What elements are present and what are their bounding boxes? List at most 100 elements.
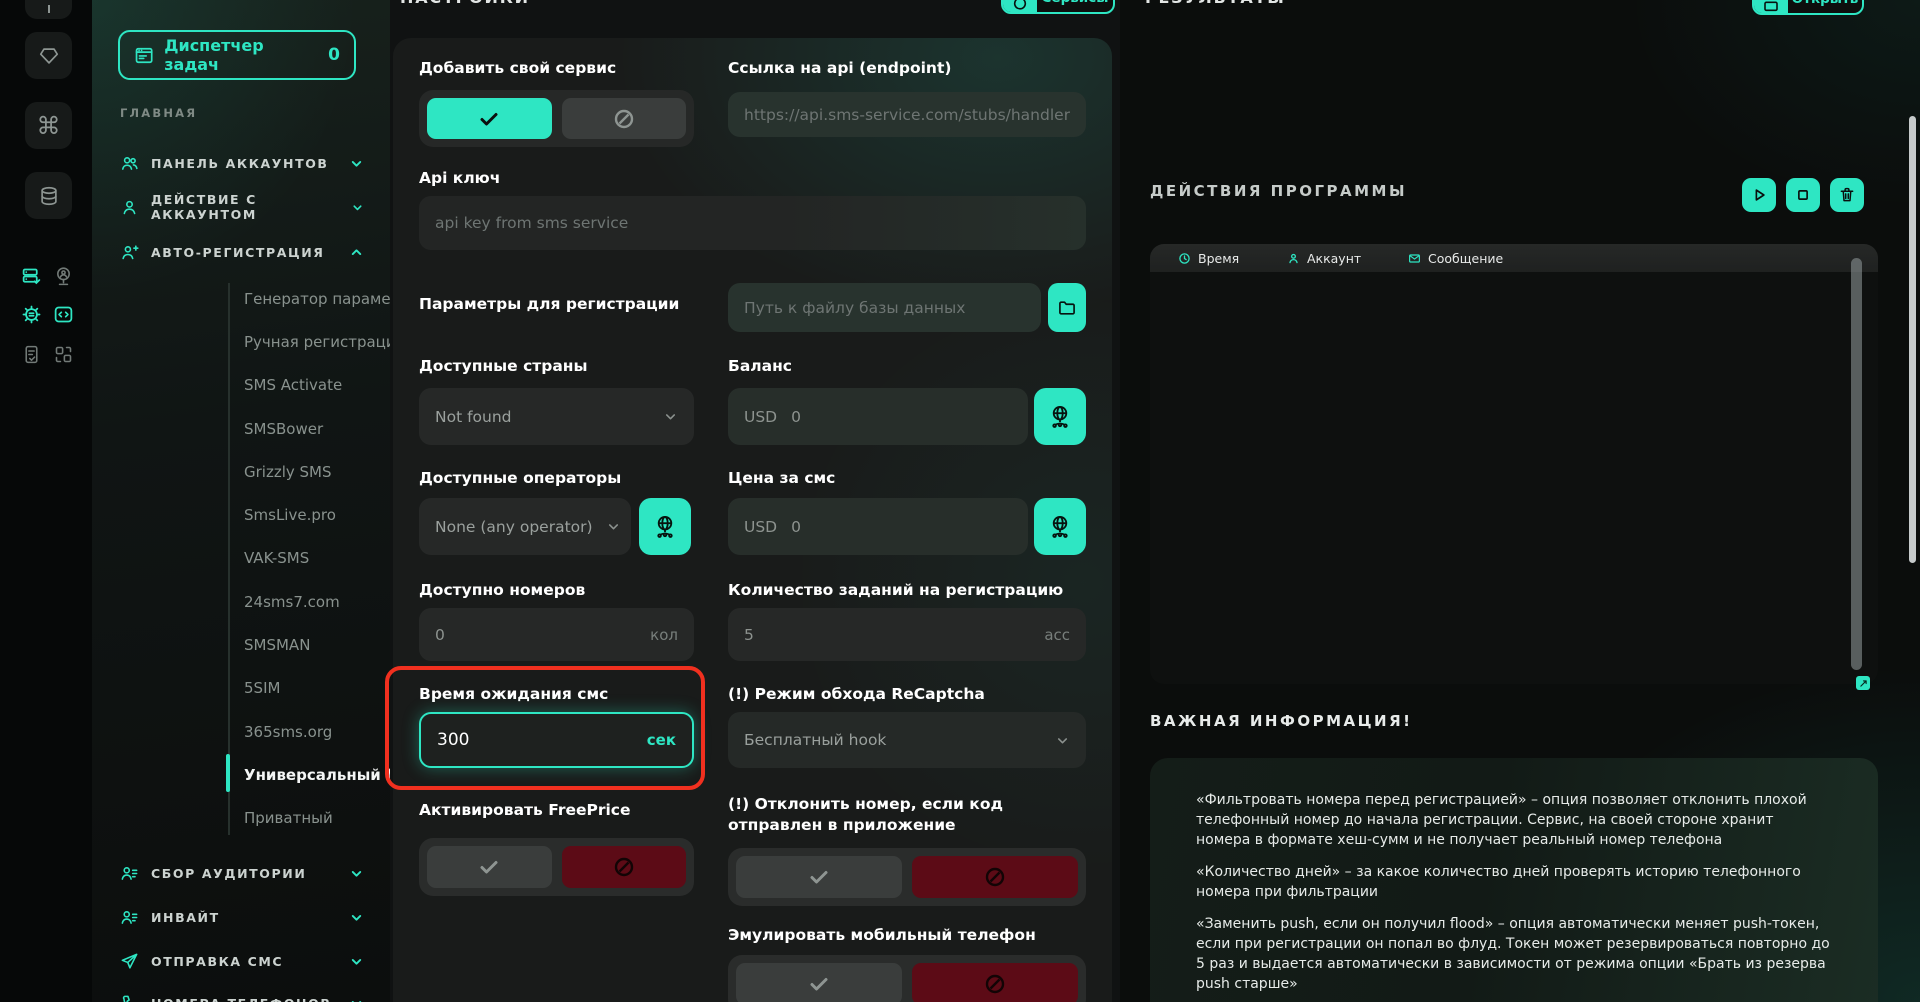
chevron-down-icon: [349, 866, 364, 881]
sms-wait-input[interactable]: [437, 730, 647, 750]
toggle-no-button[interactable]: [562, 846, 687, 888]
toggle-yes-button[interactable]: [736, 963, 902, 1002]
toggle-yes-button[interactable]: [427, 846, 552, 888]
results-title: РЕЗУЛЬТАТЫ: [1145, 0, 1286, 7]
operators-select[interactable]: None (any operator): [419, 498, 631, 555]
api-key-input-wrap: [419, 196, 1086, 250]
resize-arrow-icon: [1859, 679, 1868, 688]
open-button-icon-cell: [1754, 0, 1788, 13]
sidebar-item-account-actions[interactable]: ДЕЙСТВИЕ С АККАУНТОМ: [120, 194, 364, 220]
task-manager-button[interactable]: Диспетчер задач 0: [118, 30, 356, 80]
sidebar-item-label: ДЕЙСТВИЕ С АККАУНТОМ: [151, 192, 339, 222]
person-plus-icon: [120, 243, 139, 262]
chevron-down-icon: [349, 954, 364, 969]
table-resize-handle[interactable]: [1856, 676, 1870, 690]
person-lines-icon: [120, 908, 139, 927]
sms-wait-input-wrap: сек: [419, 712, 694, 768]
sidebar-item-label: ОТПРАВКА СМС: [151, 954, 283, 969]
db-path-input[interactable]: [744, 299, 1025, 317]
rail-command-button[interactable]: ⌘: [25, 102, 72, 149]
table-scrollbar-thumb[interactable]: [1851, 258, 1862, 670]
stop-button[interactable]: [1786, 178, 1820, 212]
sidebar-item-label: ИНВАЙТ: [151, 910, 220, 925]
rail-diamond-button[interactable]: [25, 32, 72, 79]
column-header-label: Аккаунт: [1307, 251, 1361, 266]
prohibit-icon: [612, 107, 636, 131]
recaptcha-select[interactable]: Бесплатный hook: [728, 712, 1086, 768]
program-actions-title: ДЕЙСТВИЯ ПРОГРАММЫ: [1150, 182, 1407, 200]
countries-value: Not found: [435, 408, 512, 426]
folder-icon: [1057, 298, 1077, 318]
sidebar-item-sms-sending[interactable]: ОТПРАВКА СМС: [120, 948, 364, 974]
toggle-no-button[interactable]: [912, 963, 1078, 1002]
toggle-no-button[interactable]: [912, 856, 1078, 898]
document-check-icon[interactable]: [21, 344, 42, 365]
rail-database-button[interactable]: [25, 172, 72, 219]
rail-top-partial-button[interactable]: [25, 0, 72, 19]
numbers-available-input-wrap: кол: [419, 608, 694, 661]
important-info-panel: «Фильтровать номера перед регистрацией» …: [1150, 758, 1878, 1002]
numbers-suffix: кол: [650, 626, 678, 644]
person-icon: [120, 198, 139, 217]
toggle-yes-button[interactable]: [736, 856, 902, 898]
prohibit-icon: [612, 855, 636, 879]
check-icon: [477, 855, 501, 879]
api-key-input[interactable]: [435, 214, 1070, 232]
price-globe-button[interactable]: [1034, 498, 1086, 555]
tasks-per-reg-input[interactable]: [744, 626, 1044, 644]
server-check-icon[interactable]: [21, 266, 42, 287]
countries-select[interactable]: Not found: [419, 388, 694, 445]
services-button[interactable]: Сервисы: [1001, 0, 1115, 14]
app-screen: ⌘ Диспетчер задач 0 ГЛАВНАЯ: [0, 0, 1920, 1002]
services-button-label: Сервисы: [1037, 0, 1113, 12]
gear-icon[interactable]: [21, 304, 42, 325]
column-header-label: Сообщение: [1428, 251, 1503, 266]
chevron-up-icon: [349, 245, 364, 260]
emulate-mobile-toggle: [728, 955, 1086, 1002]
countries-label: Доступные страны: [419, 356, 588, 377]
toggle-no-button[interactable]: [562, 98, 687, 139]
people-icon: [120, 154, 139, 173]
operators-label: Доступные операторы: [419, 468, 621, 489]
price-input[interactable]: USD 0: [728, 498, 1028, 555]
sidebar-item-audience[interactable]: СБОР АУДИТОРИИ: [120, 860, 364, 886]
column-header-account[interactable]: Аккаунт: [1287, 244, 1361, 272]
endpoint-input[interactable]: [744, 106, 1070, 124]
check-icon: [807, 865, 831, 889]
trash-button[interactable]: [1830, 178, 1864, 212]
database-icon: [38, 185, 60, 207]
column-header-message[interactable]: Сообщение: [1408, 244, 1503, 272]
sms-wait-suffix: сек: [647, 731, 676, 749]
column-header-time[interactable]: Время: [1178, 244, 1239, 272]
play-button[interactable]: [1742, 178, 1776, 212]
sidebar-item-invite[interactable]: ИНВАЙТ: [120, 904, 364, 930]
tasks-per-reg-input-wrap: acc: [728, 608, 1086, 661]
program-actions-table: Время Аккаунт Сообщение: [1150, 244, 1878, 684]
sidebar-item-accounts-panel[interactable]: ПАНЕЛЬ АККАУНТОВ: [120, 150, 364, 176]
check-icon: [807, 972, 831, 996]
sidebar-item-label: НОМЕРА ТЕЛЕФОНОВ: [151, 996, 331, 1002]
left-icon-rail: ⌘: [0, 0, 92, 1002]
sidebar-item-label: ПАНЕЛЬ АККАУНТОВ: [151, 156, 329, 171]
balance-input[interactable]: USD 0: [728, 388, 1028, 445]
operators-globe-button[interactable]: [639, 498, 691, 555]
open-button[interactable]: Открыть: [1752, 0, 1864, 15]
open-button-label: Открыть: [1788, 0, 1862, 13]
db-path-input-wrap: [728, 283, 1041, 332]
diamond-icon: [38, 45, 60, 67]
command-icon: ⌘: [37, 112, 61, 140]
freeprice-toggle: [419, 838, 694, 896]
balance-globe-button[interactable]: [1034, 388, 1086, 445]
swap-squares-icon[interactable]: [53, 344, 74, 365]
code-window-icon[interactable]: [53, 304, 74, 325]
webcam-account-icon[interactable]: [53, 266, 74, 287]
sidebar-item-phone-numbers[interactable]: НОМЕРА ТЕЛЕФОНОВ: [120, 990, 364, 1002]
browse-file-button[interactable]: [1048, 283, 1086, 332]
freeprice-label: Активировать FreePrice: [419, 800, 631, 821]
reject-number-toggle: [728, 848, 1086, 906]
sidebar-item-auto-registration[interactable]: АВТО-РЕГИСТРАЦИЯ: [120, 239, 364, 265]
window-scrollbar[interactable]: [1909, 116, 1916, 563]
toggle-yes-button[interactable]: [427, 98, 552, 139]
numbers-available-input[interactable]: [435, 626, 650, 644]
section-label-home: ГЛАВНАЯ: [120, 106, 197, 120]
